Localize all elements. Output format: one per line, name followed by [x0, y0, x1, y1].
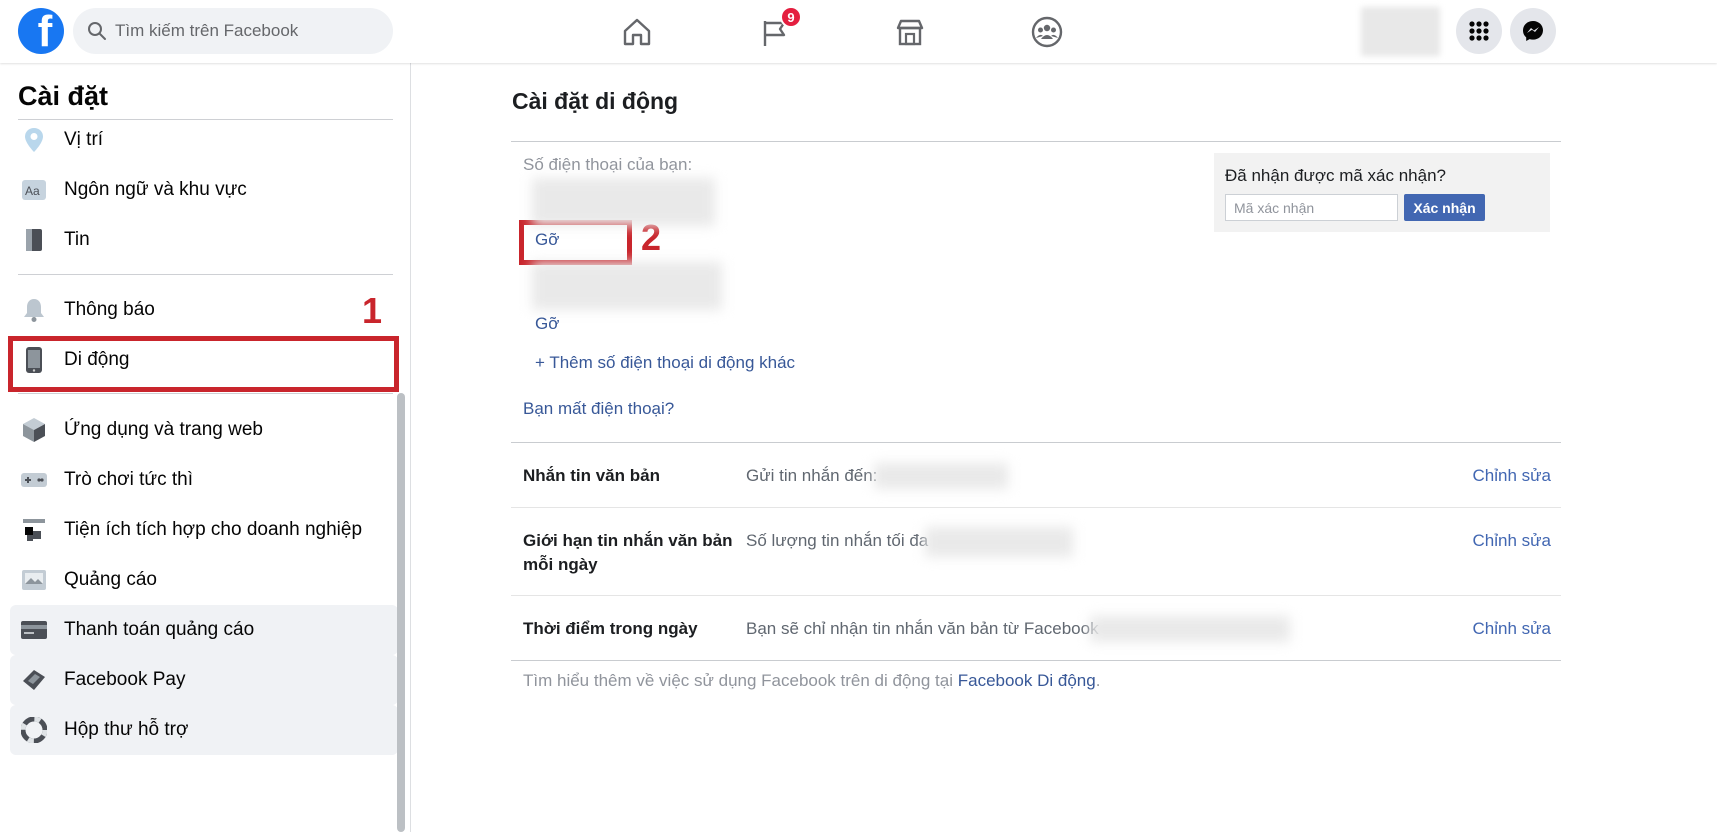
redacted-value: [1090, 616, 1290, 642]
section-divider: [511, 442, 1561, 443]
groups-icon[interactable]: [1025, 10, 1069, 54]
sidebar-item-facebook-pay[interactable]: Facebook Pay: [10, 655, 398, 705]
sidebar-item-label: Ngôn ngữ và khu vực: [64, 179, 247, 200]
facebook-pay-icon: [19, 665, 49, 695]
game-controller-icon: [19, 465, 49, 495]
sidebar-item-language[interactable]: Aa Ngôn ngữ và khu vực: [10, 165, 398, 215]
sidebar-item-label: Quảng cáo: [64, 569, 157, 590]
language-icon: Aa: [19, 175, 49, 205]
annotation-box-step-1: [8, 336, 399, 392]
section-divider: [511, 660, 1561, 661]
sidebar-divider: [18, 393, 393, 394]
daily-limit-label: Giới hạn tin nhắn văn bản mỗi ngày: [523, 531, 733, 574]
sidebar-item-instant-games[interactable]: Trò chơi tức thì: [10, 455, 398, 505]
sidebar-item-business-integrations[interactable]: Tiện ích tích hợp cho doanh nghiệp: [10, 505, 398, 555]
daily-limit-desc: Số lượng tin nhắn tối đa: [746, 531, 929, 550]
stories-icon: [19, 225, 49, 255]
time-of-day-desc: Bạn sẽ chỉ nhận tin nhắn văn bản từ Face…: [746, 619, 1099, 638]
sidebar-title: Cài đặt: [18, 81, 109, 111]
footer-text: Tìm hiểu thêm về việc sử dụng Facebook t…: [523, 671, 958, 690]
search-input[interactable]: [115, 21, 375, 41]
sidebar-item-ads[interactable]: Quảng cáo: [10, 555, 398, 605]
sidebar-item-label: Trò chơi tức thì: [64, 469, 194, 490]
home-icon[interactable]: [615, 10, 659, 54]
add-phone-link[interactable]: + Thêm số điện thoại di động khác: [535, 353, 795, 373]
ads-icon: [19, 565, 49, 595]
bell-icon: [19, 295, 49, 325]
sidebar-item-support-inbox[interactable]: Hộp thư hỗ trợ: [10, 705, 398, 755]
menu-grid-icon[interactable]: [1456, 8, 1502, 54]
sidebar-item-stories[interactable]: Tin: [10, 215, 398, 265]
business-integration-icon: [19, 515, 49, 545]
notification-badge: 9: [780, 6, 802, 28]
facebook-mobile-link[interactable]: Facebook Di động: [958, 671, 1096, 690]
remove-phone-link[interactable]: Gỡ: [535, 314, 559, 334]
row-divider: [511, 595, 1561, 596]
redacted-phone-number: [532, 178, 715, 226]
sidebar-scrollbar[interactable]: [397, 393, 405, 832]
sidebar-divider: [18, 274, 393, 275]
sidebar-item-label: Thông báo: [64, 299, 155, 320]
messenger-icon[interactable]: [1510, 8, 1556, 54]
sidebar-item-label: Thanh toán quảng cáo: [64, 619, 255, 640]
redacted-phone-number: [532, 262, 722, 310]
settings-sidebar: Cài đặt Vị trí Aa Ngôn ngữ và khu vực Ti…: [0, 63, 411, 832]
sidebar-item-label: Tiện ích tích hợp cho doanh nghiệp: [64, 519, 363, 540]
sidebar-item-notifications[interactable]: Thông báo: [10, 285, 398, 335]
footer-period: .: [1095, 671, 1101, 690]
sidebar-item-label: Hộp thư hỗ trợ: [64, 719, 189, 740]
text-messaging-label: Nhắn tin văn bản: [523, 466, 660, 485]
logo-letter: f: [37, 8, 53, 54]
edit-link[interactable]: Chỉnh sửa: [1473, 619, 1551, 639]
redacted-value: [925, 527, 1073, 557]
sidebar-item-label: Ứng dụng và trang web: [64, 419, 263, 440]
remove-phone-link[interactable]: Gỡ: [535, 230, 559, 250]
edit-link[interactable]: Chỉnh sửa: [1473, 466, 1551, 486]
annotation-number-1: 1: [362, 290, 383, 331]
lost-phone-link[interactable]: Bạn mất điện thoại?: [523, 399, 674, 419]
section-divider: [511, 141, 1561, 142]
credit-card-icon: [19, 615, 49, 645]
search-icon: [88, 22, 106, 40]
sidebar-item-label: Facebook Pay: [64, 669, 186, 690]
location-pin-icon: [19, 125, 49, 155]
top-navigation-bar: f 9: [0, 0, 1717, 63]
phone-number-label: Số điện thoại của bạn:: [523, 155, 693, 174]
confirm-button[interactable]: Xác nhận: [1404, 194, 1485, 221]
sidebar-item-ads-payments[interactable]: Thanh toán quảng cáo: [10, 605, 398, 655]
sidebar-item-location[interactable]: Vị trí: [10, 115, 398, 165]
support-lifebuoy-icon: [19, 715, 49, 745]
sidebar-item-apps-websites[interactable]: Ứng dụng và trang web: [10, 405, 398, 455]
edit-link[interactable]: Chỉnh sửa: [1473, 531, 1551, 551]
footer-note: Tìm hiểu thêm về việc sử dụng Facebook t…: [523, 671, 1100, 691]
row-divider: [511, 507, 1561, 508]
sidebar-item-label: Vị trí: [64, 129, 104, 150]
redacted-value: [874, 463, 1008, 489]
apps-cube-icon: [19, 415, 49, 445]
sidebar-item-label: Tin: [64, 229, 90, 250]
verification-code-panel: Đã nhận được mã xác nhận? Xác nhận: [1214, 153, 1550, 232]
verification-title: Đã nhận được mã xác nhận?: [1225, 166, 1446, 185]
marketplace-icon[interactable]: [888, 10, 932, 54]
svg-text:Aa: Aa: [25, 184, 40, 198]
text-messaging-desc: Gửi tin nhắn đến:: [746, 466, 878, 485]
time-of-day-label: Thời điểm trong ngày: [523, 619, 698, 638]
search-bar[interactable]: [73, 8, 393, 54]
profile-avatar[interactable]: [1361, 7, 1440, 56]
facebook-logo-icon[interactable]: f: [18, 8, 64, 54]
verification-code-input[interactable]: [1225, 194, 1398, 221]
page-title: Cài đặt di động: [512, 88, 679, 114]
